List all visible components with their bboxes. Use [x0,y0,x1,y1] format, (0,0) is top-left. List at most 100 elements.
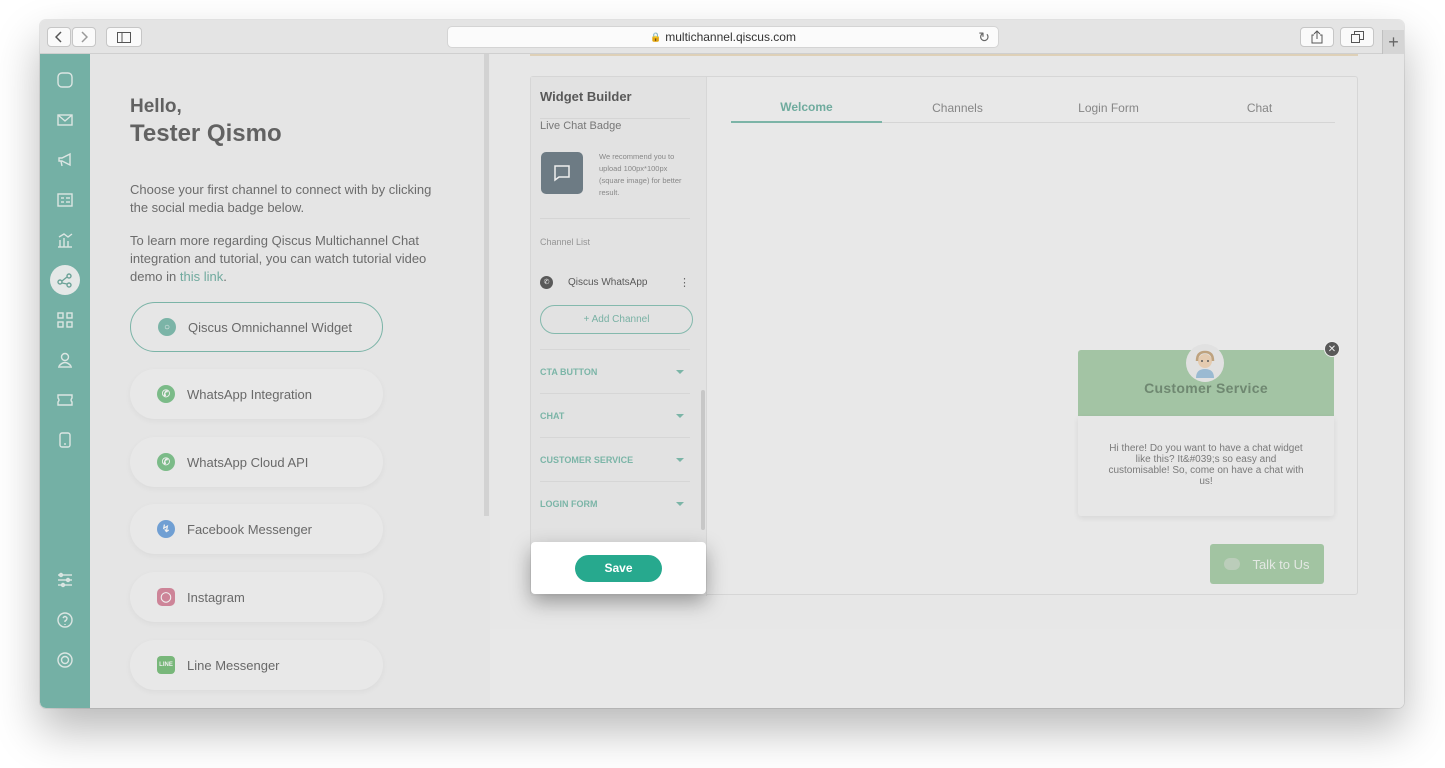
close-icon[interactable]: ✕ [1324,341,1340,357]
tabs-icon [1350,31,1364,43]
channel-facebook-messenger[interactable]: ↯ Facebook Messenger [130,504,383,554]
integration-icon[interactable] [50,265,80,295]
url-text: multichannel.qiscus.com [665,30,796,44]
chevron-right-icon [81,31,88,43]
settings-scrollbar[interactable] [701,390,705,530]
channels-panel: Hello, Tester Qismo Choose your first ch… [90,54,490,708]
tab-chat[interactable]: Chat [1184,93,1335,123]
forward-button[interactable] [72,27,96,47]
address-bar[interactable]: 🔒 multichannel.qiscus.com ↻ [447,26,999,48]
megaphone-icon[interactable] [52,147,78,173]
caret-down-icon [676,369,684,374]
add-channel-button[interactable]: + Add Channel [540,305,693,334]
channel-label: WhatsApp Integration [187,386,313,402]
learn-more-suffix: . [223,269,227,284]
back-button[interactable] [47,27,71,47]
tabs-overview-button[interactable] [1340,27,1374,47]
channel-label: Instagram [187,589,245,605]
analytics-icon[interactable] [52,227,78,253]
whatsapp-icon: ✆ [157,385,175,403]
channel-label: Facebook Messenger [187,521,313,537]
learn-more-prefix: To learn more regarding Qiscus Multichan… [130,233,427,284]
badge-recommendation: We recommend you to upload 100px*100px (… [599,152,682,197]
intro-text: Choose your first channel to connect wit… [130,182,432,215]
section-label: CTA BUTTON [540,366,598,377]
mobile-icon[interactable] [52,427,78,453]
channel-qiscus-widget[interactable]: ○ Qiscus Omnichannel Widget [130,302,383,352]
welcome-message: Hi there! Do you want to have a chat wid… [1078,416,1334,516]
channel-label: Qiscus Omnichannel Widget [188,319,353,335]
whatsapp-icon: ✆ [157,453,175,471]
channel-list-label: Channel List [540,237,591,247]
channel-whatsapp-integration[interactable]: ✆ WhatsApp Integration [130,369,383,419]
more-options-icon[interactable]: ⋮ [679,276,690,289]
widget-builder-title: Widget Builder [540,89,632,104]
tab-login-form[interactable]: Login Form [1033,93,1184,123]
sidebar-icon [117,31,131,43]
save-button[interactable]: Save [575,554,662,582]
channel-name: Qiscus WhatsApp [568,276,648,288]
widget-builder-card: Widget Builder Live Chat Badge We recomm… [530,76,1358,596]
share-icon [1311,30,1323,44]
line-icon: LINE [157,656,175,674]
ticket-icon[interactable] [52,387,78,413]
caret-down-icon [676,457,684,462]
channel-line-messenger[interactable]: LINE Line Messenger [130,640,383,690]
caret-down-icon [676,413,684,418]
new-tab-button[interactable]: + [1382,30,1404,54]
section-chat[interactable]: CHAT [540,393,690,437]
user-icon[interactable] [52,347,78,373]
reload-icon[interactable]: ↻ [978,29,990,46]
divider [540,218,690,219]
tab-welcome[interactable]: Welcome [731,93,882,123]
preview-tabs: Welcome Channels Login Form Chat [731,93,1335,123]
left-panel-scrollbar[interactable] [484,54,489,516]
qiscus-icon: ○ [158,318,176,336]
browser-toolbar: 🔒 multichannel.qiscus.com ↻ + [40,20,1404,54]
agent-avatar-icon [1195,350,1215,378]
section-cta-button[interactable]: CTA BUTTON [540,349,690,393]
channel-label: WhatsApp Cloud API [187,454,309,470]
live-chat-badge-upload[interactable] [541,152,583,194]
section-label: CUSTOMER SERVICE [540,454,634,465]
learn-more-text: To learn more regarding Qiscus Multichan… [130,232,450,286]
lock-icon: 🔒 [650,31,662,42]
instagram-icon: ◯ [157,588,175,606]
chat-bubble-icon [1224,558,1241,570]
main-sidebar [40,54,90,708]
help-icon[interactable] [52,607,78,633]
channel-list-item[interactable]: ✆ Qiscus WhatsApp ⋮ [540,273,690,291]
channel-instagram[interactable]: ◯ Instagram [130,572,383,622]
sidebar-toggle-button[interactable] [106,27,142,47]
chat-bubble-icon [554,165,570,182]
share-button[interactable] [1300,27,1334,47]
agent-avatar [1186,344,1224,382]
talk-to-us-button[interactable]: Talk to Us [1210,544,1324,584]
user-name: Tester Qismo [130,120,282,147]
chevron-left-icon [55,31,62,43]
section-customer-service[interactable]: CUSTOMER SERVICE [540,437,690,481]
power-icon[interactable] [52,647,78,673]
section-label: CHAT [540,410,565,421]
greeting: Hello, [130,96,182,117]
top-divider [530,54,1358,56]
apps-grid-icon[interactable] [52,307,78,333]
app-content: Hello, Tester Qismo Choose your first ch… [40,54,1404,708]
browser-window: 🔒 multichannel.qiscus.com ↻ + Hello, Tes… [40,20,1404,708]
section-label: LOGIN FORM [540,498,598,509]
tab-channels[interactable]: Channels [882,93,1033,123]
mail-icon[interactable] [52,107,78,133]
section-login-form[interactable]: LOGIN FORM [540,481,690,525]
channel-whatsapp-cloud-api[interactable]: ✆ WhatsApp Cloud API [130,437,383,487]
contact-card-icon[interactable] [52,187,78,213]
caret-down-icon [676,501,684,506]
whatsapp-icon: ✆ [540,275,553,289]
channel-label: Line Messenger [187,657,280,673]
settings-sliders-icon[interactable] [52,567,78,593]
save-highlight: Save [531,542,706,594]
messenger-icon: ↯ [157,520,175,538]
chat-icon[interactable] [52,67,78,93]
talk-to-us-label: Talk to Us [1252,556,1310,572]
live-chat-badge-label: Live Chat Badge [540,120,622,132]
tutorial-link[interactable]: this link [180,269,223,284]
